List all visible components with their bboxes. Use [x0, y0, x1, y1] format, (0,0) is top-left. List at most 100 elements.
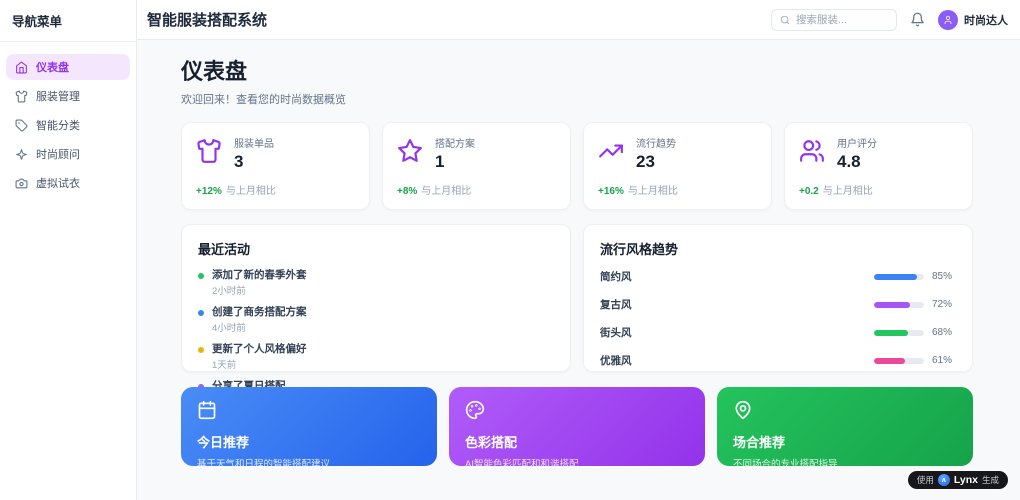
stat-card-user-rating[interactable]: 用户评分 4.8 +0.2 与上月相比	[784, 122, 973, 210]
shirt-icon	[197, 139, 221, 163]
stat-compare: 与上月相比	[225, 186, 276, 197]
trend-label: 优雅风	[600, 355, 632, 367]
activity-item: 创建了商务搭配方案 4小时前	[198, 306, 554, 334]
dashboard-content: 仪表盘 欢迎回来！查看您的时尚数据概览 服装单品 3 +12% 与上月相比 搭配…	[137, 40, 1020, 500]
trend-row: 复古风 72%	[600, 297, 956, 312]
trend-percent: 85%	[932, 271, 953, 282]
trend-percent: 68%	[932, 327, 953, 338]
camera-icon	[15, 178, 28, 188]
trend-bar-track	[874, 301, 924, 308]
activity-time: 1天前	[212, 360, 237, 372]
topbar-actions: 时尚达人	[771, 8, 1008, 31]
stat-delta-row: +0.2 与上月相比	[799, 182, 958, 197]
user-menu[interactable]: 时尚达人	[938, 9, 1008, 30]
shirt-icon	[15, 90, 28, 102]
panels-row: 最近活动 添加了新的春季外套 2小时前 创建了商务搭配方案 4小时前 更新了个人风格…	[181, 224, 973, 409]
stat-value: 3	[234, 152, 244, 171]
home-icon	[16, 61, 27, 73]
topbar: 智能服装搭配系统 时尚达人	[137, 0, 1020, 40]
activity-time: 4小时前	[212, 323, 246, 335]
trend-row: 优雅风 61%	[600, 353, 956, 368]
stat-delta: +16%	[598, 186, 624, 197]
activity-dot	[198, 347, 204, 354]
stat-card-outfit-plans[interactable]: 搭配方案 1 +8% 与上月相比	[382, 122, 571, 210]
notifications-button[interactable]	[910, 12, 925, 27]
badge-brand: Lynx	[953, 474, 978, 486]
trend-bar-track	[874, 329, 924, 336]
stat-delta-row: +12% 与上月相比	[196, 182, 355, 197]
main-area: 智能服装搭配系统 时尚达人 仪表盘 欢迎回来！查看您的时尚数据	[137, 0, 1020, 500]
stats-row: 服装单品 3 +12% 与上月相比 搭配方案 1 +8% 与上月相比 流行趋势 …	[181, 122, 973, 210]
sidebar-item-dashboard[interactable]: 仪表盘	[6, 54, 130, 80]
stat-delta-row: +8% 与上月相比	[397, 182, 556, 197]
sparkles-icon	[16, 148, 27, 160]
feature-title: 今日推荐	[197, 435, 250, 450]
trend-bar-track	[874, 357, 924, 364]
trend-percent: 61%	[932, 355, 953, 366]
lynx-generated-badge[interactable]: 使用 ʌ Lynx 生成	[907, 471, 1008, 489]
feature-desc: 基于天气和日程的智能搭配建议	[197, 459, 331, 470]
activity-dot	[198, 310, 204, 317]
stat-label: 搭配方案	[435, 139, 475, 150]
sidebar-item-label: 智能分类	[36, 120, 80, 132]
stat-compare: 与上月相比	[421, 186, 472, 197]
trend-label: 简约风	[600, 271, 632, 283]
stat-card-clothing-items[interactable]: 服装单品 3 +12% 与上月相比	[181, 122, 370, 210]
trending-up-icon	[599, 144, 623, 158]
sidebar-title: 导航菜单	[0, 0, 136, 42]
activity-time: 2小时前	[212, 286, 246, 298]
activity-text: 添加了新的春季外套	[212, 269, 307, 281]
stat-delta: +0.2	[799, 186, 819, 197]
search-input[interactable]	[796, 13, 888, 26]
feature-desc: 不同场合的专业搭配指导	[733, 459, 838, 470]
stat-label: 服装单品	[234, 139, 274, 150]
sidebar-item-fashion-advisor[interactable]: 时尚顾问	[6, 141, 130, 167]
trend-row: 简约风 85%	[600, 269, 956, 284]
trend-bar-fill	[874, 329, 908, 336]
feature-title: 色彩搭配	[465, 435, 518, 450]
activity-text: 创建了商务搭配方案	[212, 306, 307, 319]
users-icon	[800, 140, 824, 162]
trend-label: 复古风	[600, 299, 632, 311]
activity-item: 更新了个人风格偏好 1天前	[198, 343, 554, 371]
app-title: 智能服装搭配系统	[147, 12, 268, 29]
feature-card-daily-recommendation[interactable]: 今日推荐 基于天气和日程的智能搭配建议	[181, 387, 437, 470]
app-window: 导航菜单 仪表盘 服装管理 智能分类 时尚顾问 虚拟试衣 智能服装搭配系统 搜索…	[0, 0, 1020, 500]
recent-activity-panel: 最近活动 添加了新的春季外套 2小时前 创建了商务搭配方案 4小时前 更新了个人风格…	[181, 224, 571, 409]
badge-suffix: 生成	[981, 475, 999, 485]
sidebar-item-clothing-management[interactable]: 服装管理	[6, 83, 130, 109]
page-subtitle: 欢迎回来！查看您的时尚数据概览	[181, 94, 346, 106]
sidebar-item-label: 服装管理	[36, 91, 80, 103]
sidebar-item-label: 时尚顾问	[36, 149, 80, 161]
activity-dot	[198, 273, 204, 279]
stat-card-trends[interactable]: 流行趋势 23 +16% 与上月相比	[583, 122, 772, 210]
sidebar-item-smart-classify[interactable]: 智能分类	[6, 112, 130, 138]
style-trends-panel: 流行风格趋势 简约风 85% 复古风 72% 街头风 68% 优雅风 61%	[583, 224, 973, 372]
stat-value: 1	[435, 152, 445, 171]
search-icon	[780, 15, 790, 24]
lynx-logo-icon: ʌ	[937, 474, 950, 486]
sidebar-nav: 仪表盘 服装管理 智能分类 时尚顾问 虚拟试衣	[0, 42, 136, 208]
search-box[interactable]	[771, 8, 897, 31]
stat-value: 4.8	[837, 152, 861, 171]
activity-text: 更新了个人风格偏好	[212, 343, 307, 356]
bell-icon	[911, 12, 924, 27]
feature-card-color-matching[interactable]: 色彩搭配 AI智能色彩匹配和和谐搭配	[449, 387, 705, 470]
style-trends-title: 流行风格趋势	[600, 242, 679, 257]
trend-bar-fill	[874, 357, 905, 364]
sidebar-item-virtual-fitting[interactable]: 虚拟试衣	[6, 170, 130, 196]
trend-row: 街头风 68%	[600, 325, 956, 340]
feature-desc: AI智能色彩匹配和和谐搭配	[465, 459, 579, 470]
feature-title: 场合推荐	[733, 435, 786, 450]
activity-item: 添加了新的春季外套 2小时前	[198, 269, 554, 297]
feature-card-occasion-recommendation[interactable]: 场合推荐 不同场合的专业搭配指导	[717, 387, 973, 470]
stat-delta: +12%	[196, 186, 222, 197]
sidebar-item-label: 仪表盘	[36, 62, 69, 74]
stat-delta: +8%	[397, 186, 418, 197]
stat-delta-row: +16% 与上月相比	[598, 182, 757, 197]
badge-prefix: 使用	[916, 475, 934, 485]
map-pin-icon	[735, 400, 751, 420]
page-title: 仪表盘	[181, 59, 248, 84]
stat-label: 流行趋势	[636, 139, 676, 150]
avatar	[938, 9, 958, 30]
